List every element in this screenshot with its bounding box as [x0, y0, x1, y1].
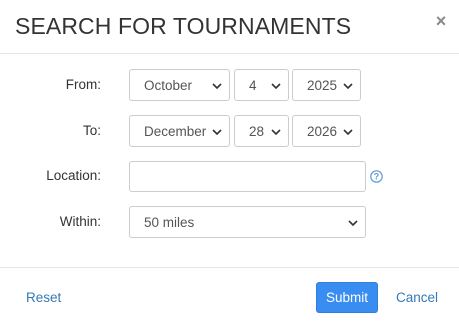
from-month-value: October — [144, 78, 193, 93]
chevron-down-icon — [271, 83, 281, 90]
to-year-select[interactable]: 2026 — [292, 115, 361, 147]
reset-button[interactable]: Reset — [26, 290, 61, 305]
chevron-down-icon — [212, 129, 222, 136]
from-month-select[interactable]: October — [129, 69, 230, 101]
search-tournaments-dialog: SEARCH FOR TOURNAMENTS × From: October 4… — [0, 0, 459, 325]
question-circle-icon[interactable]: ? — [370, 170, 383, 183]
to-month-select[interactable]: December — [129, 115, 230, 147]
to-month-value: December — [144, 124, 207, 139]
svg-text:?: ? — [374, 172, 380, 182]
cancel-button[interactable]: Cancel — [396, 290, 438, 305]
close-icon[interactable]: × — [434, 12, 448, 30]
dialog-header: SEARCH FOR TOURNAMENTS × — [0, 0, 459, 54]
from-day-value: 4 — [249, 78, 257, 93]
to-day-select[interactable]: 28 — [234, 115, 289, 147]
within-select[interactable]: 50 miles — [129, 206, 366, 238]
within-label: Within: — [59, 214, 101, 229]
from-year-select[interactable]: 2025 — [292, 69, 361, 101]
from-year-value: 2025 — [307, 78, 338, 93]
chevron-down-icon — [343, 83, 353, 90]
footer-divider — [0, 267, 459, 268]
location-input[interactable] — [129, 161, 366, 192]
to-year-value: 2026 — [307, 124, 338, 139]
location-label: Location: — [46, 168, 101, 183]
chevron-down-icon — [348, 220, 358, 227]
submit-button[interactable]: Submit — [316, 282, 378, 313]
from-label: From: — [65, 77, 101, 92]
dialog-title: SEARCH FOR TOURNAMENTS — [15, 13, 352, 39]
to-label: To: — [82, 123, 101, 138]
chevron-down-icon — [343, 129, 353, 136]
chevron-down-icon — [271, 129, 281, 136]
from-day-select[interactable]: 4 — [234, 69, 289, 101]
to-day-value: 28 — [249, 124, 265, 139]
within-value: 50 miles — [144, 215, 195, 230]
chevron-down-icon — [212, 83, 222, 90]
